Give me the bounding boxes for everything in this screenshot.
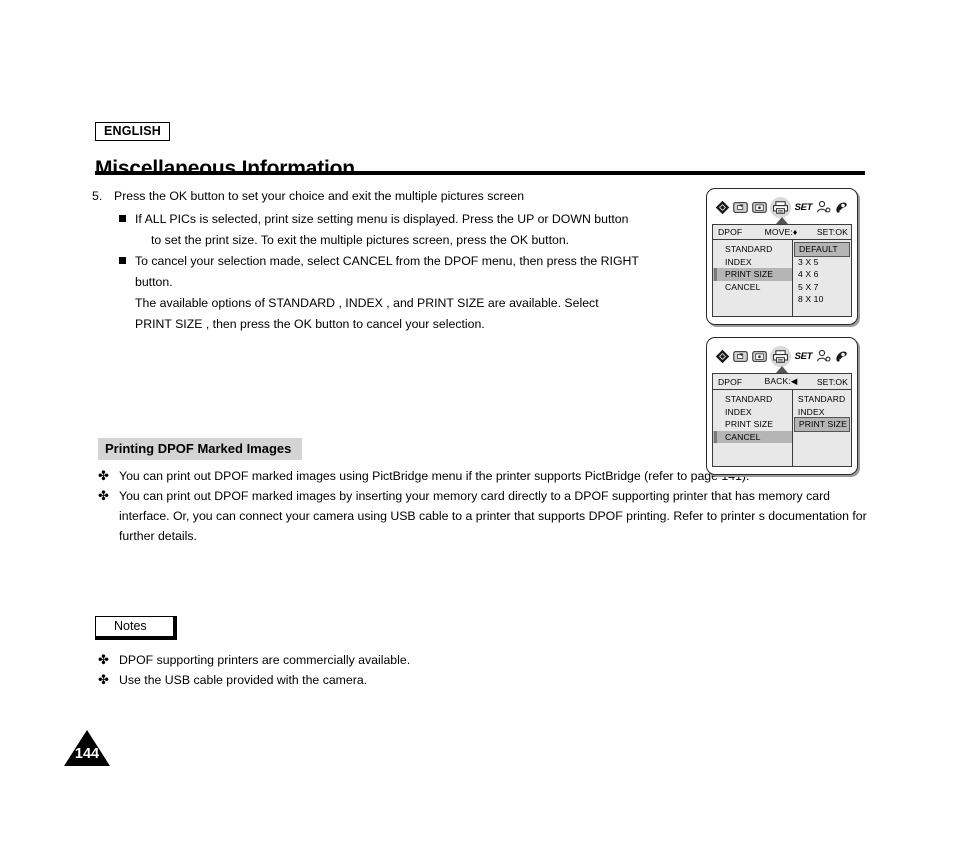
paragraph-1: The available options of STANDARD , INDE… xyxy=(135,296,599,310)
screen-2-menu-right-column: STANDARD INDEX PRINT SIZE xyxy=(791,390,851,466)
menu-item-index[interactable]: INDEX xyxy=(713,256,792,269)
step-number: 5. xyxy=(92,189,103,203)
screen-1-menu-panel: DPOF MOVE:♦ SET:OK STANDARD INDEX PRINT … xyxy=(712,224,852,317)
cross-bullet-icon: ✤ xyxy=(98,672,109,687)
cross-bullet-icon: ✤ xyxy=(98,488,109,503)
menu-item-standard[interactable]: STANDARD xyxy=(713,243,792,256)
menu-item-standard[interactable]: STANDARD xyxy=(713,393,792,406)
list-item: ✤ Use the USB cable provided with the ca… xyxy=(98,670,698,690)
pointer-caret-icon xyxy=(776,366,788,373)
cross-bullet-icon: ✤ xyxy=(98,468,109,483)
print-size-option-default[interactable]: DEFAULT xyxy=(794,242,850,257)
print-size-option-5x7[interactable]: 5 X 7 xyxy=(793,281,851,294)
page-title: Miscellaneous Information xyxy=(95,157,355,181)
settings-icon[interactable] xyxy=(834,349,849,363)
list-item-text: You can print out DPOF marked images by … xyxy=(119,489,867,543)
menu-confirm-hint: SET:OK xyxy=(816,376,848,387)
menu-title: DPOF xyxy=(718,227,743,237)
list-item: ✤ You can print out DPOF marked images b… xyxy=(98,486,868,546)
menu-nav-label: BACK: xyxy=(764,376,791,386)
section-heading-printing-dpof: Printing DPOF Marked Images xyxy=(98,438,303,460)
pointer-caret-icon xyxy=(776,217,788,224)
menu-nav-label: MOVE: xyxy=(764,227,793,237)
screen-1-menu-columns: STANDARD INDEX PRINT SIZE CANCEL DEFAULT… xyxy=(713,240,851,316)
screen-1-menu-right-column: DEFAULT 3 X 5 4 X 6 5 X 7 8 X 10 xyxy=(792,240,851,316)
sub-item-2-line-1: To cancel your selection made, select CA… xyxy=(135,254,639,268)
square-bullet-icon xyxy=(119,209,135,222)
square-bullet-icon xyxy=(119,251,135,264)
list-item-text: DPOF supporting printers are commerciall… xyxy=(119,653,411,667)
cancel-option-standard[interactable]: STANDARD xyxy=(793,393,851,406)
print-size-option-3x5[interactable]: 3 X 5 xyxy=(793,256,851,269)
cancel-option-print-size[interactable]: PRINT SIZE xyxy=(793,417,850,432)
photo-icon[interactable] xyxy=(752,201,767,214)
move-diamond-icon[interactable] xyxy=(715,200,730,215)
printer-icon[interactable] xyxy=(770,196,792,218)
playback-icon[interactable] xyxy=(733,201,749,214)
paragraph-2: PRINT SIZE , then press the OK button to… xyxy=(135,317,485,331)
menu-item-cancel[interactable]: CANCEL xyxy=(713,281,792,294)
title-divider xyxy=(95,171,865,175)
screen-2-menu-columns: STANDARD INDEX PRINT SIZE CANCEL STANDAR… xyxy=(713,390,851,466)
move-diamond-icon[interactable] xyxy=(715,349,730,364)
list-item: ✤ DPOF supporting printers are commercia… xyxy=(98,650,698,670)
cross-bullet-icon: ✤ xyxy=(98,652,109,667)
settings-icon[interactable] xyxy=(834,200,849,214)
step-5: 5. Press the OK button to set your choic… xyxy=(92,186,702,207)
sub-item-2-line-2: button. xyxy=(135,275,173,289)
camera-screen-2: SET DPOF BACK:◀ SET:OK STANDARD INDEX PR… xyxy=(706,337,858,475)
screen-1-menu-header: DPOF MOVE:♦ SET:OK xyxy=(713,225,851,240)
set-label: SET xyxy=(794,350,813,362)
printer-icon[interactable] xyxy=(770,345,792,367)
menu-nav-hint: BACK:◀ xyxy=(752,376,810,387)
user-icon[interactable] xyxy=(816,349,831,363)
step-text: Press the OK button to set your choice a… xyxy=(114,189,525,203)
set-label: SET xyxy=(794,201,813,213)
menu-title: DPOF xyxy=(718,376,743,387)
page-number-marker: 144 xyxy=(64,730,110,770)
list-item-text: Use the USB cable provided with the came… xyxy=(119,673,368,687)
notes-label-box: Notes xyxy=(95,616,177,640)
main-content: 5. Press the OK button to set your choic… xyxy=(92,186,702,335)
photo-icon[interactable] xyxy=(752,350,767,363)
screen-2-menu-panel: DPOF BACK:◀ SET:OK STANDARD INDEX PRINT … xyxy=(712,373,852,467)
menu-item-print-size[interactable]: PRINT SIZE xyxy=(713,268,792,281)
camera-screen-illustrations: SET DPOF MOVE:♦ SET:OK STANDARD INDEX PR… xyxy=(706,188,858,487)
page-number: 144 xyxy=(74,746,100,762)
menu-nav-hint: MOVE:♦ xyxy=(752,227,810,237)
menu-confirm-hint: SET:OK xyxy=(816,227,848,237)
menu-item-print-size[interactable]: PRINT SIZE xyxy=(713,418,792,431)
language-badge: ENGLISH xyxy=(95,122,170,141)
sub-item-1-line-2: to set the print size. To exit the multi… xyxy=(151,233,570,247)
step-sub-list: If ALL PICs is selected, print size sett… xyxy=(92,209,702,335)
screen-1-icon-row: SET xyxy=(712,194,852,224)
screen-2-menu-left-column: STANDARD INDEX PRINT SIZE CANCEL xyxy=(713,390,792,466)
user-icon[interactable] xyxy=(816,200,831,214)
print-size-option-4x6[interactable]: 4 X 6 xyxy=(793,268,851,281)
playback-icon[interactable] xyxy=(733,350,749,363)
camera-screen-1: SET DPOF MOVE:♦ SET:OK STANDARD INDEX PR… xyxy=(706,188,858,325)
menu-item-cancel[interactable]: CANCEL xyxy=(713,430,792,443)
screen-1-menu-left-column: STANDARD INDEX PRINT SIZE CANCEL xyxy=(713,240,792,316)
sub-item-1-line-1: If ALL PICs is selected, print size sett… xyxy=(135,212,629,226)
screen-2-icon-row: SET xyxy=(712,343,852,373)
menu-nav-symbol: ♦ xyxy=(792,227,798,237)
menu-nav-symbol: ◀ xyxy=(790,376,798,386)
menu-item-index[interactable]: INDEX xyxy=(713,406,792,419)
sub-item-1: If ALL PICs is selected, print size sett… xyxy=(119,209,702,251)
screen-2-menu-header: DPOF BACK:◀ SET:OK xyxy=(713,374,851,390)
notes-list: ✤ DPOF supporting printers are commercia… xyxy=(98,650,698,690)
sub-item-2: To cancel your selection made, select CA… xyxy=(119,251,702,335)
print-size-option-8x10[interactable]: 8 X 10 xyxy=(793,293,851,306)
